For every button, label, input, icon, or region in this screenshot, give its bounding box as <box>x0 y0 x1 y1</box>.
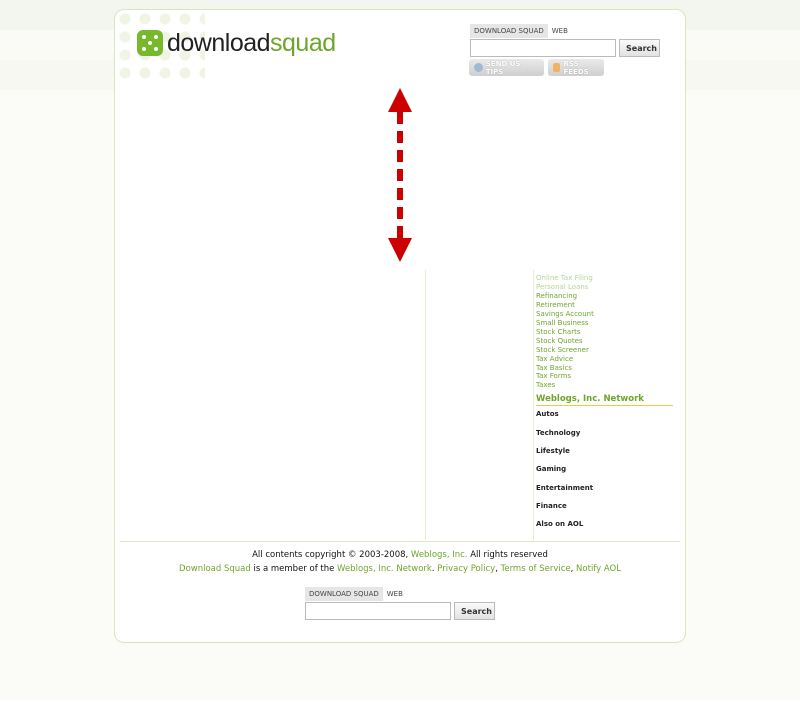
header-search: DOWNLOAD SQUAD WEB Search <box>470 24 660 57</box>
copyright-prefix: All contents copyright © 2003-2008, <box>252 550 409 560</box>
copyright-suffix: All rights reserved <box>470 550 548 560</box>
sidebar-link[interactable]: Tax Advice <box>536 355 673 364</box>
member-text: is a member of the <box>253 564 335 574</box>
sidebar-link[interactable]: Tax Basics <box>536 364 673 373</box>
site-link[interactable]: Download Squad <box>179 564 251 574</box>
sidebar-link[interactable]: Personal Loans <box>536 283 673 292</box>
sidebar-link-list: Online Tax Filing Personal Loans Refinan… <box>536 274 673 390</box>
network-item-entertainment[interactable]: Entertainment <box>536 480 673 498</box>
footer-divider <box>120 541 680 542</box>
sidebar-link[interactable]: Savings Account <box>536 310 673 319</box>
tab-download-squad[interactable]: DOWNLOAD SQUAD <box>470 24 548 38</box>
footer-tab-download-squad[interactable]: DOWNLOAD SQUAD <box>305 587 383 601</box>
network-item-autos[interactable]: Autos <box>536 406 673 424</box>
network-link[interactable]: Weblogs, Inc. Network <box>337 564 432 574</box>
sidebar-link[interactable]: Tax Forms <box>536 372 673 381</box>
network-item-also-on-aol[interactable]: Also on AOL <box>536 516 673 534</box>
logo-wordmark: downloadsquad <box>167 30 336 56</box>
sidebar-link[interactable]: Small Business <box>536 319 673 328</box>
sidebar-link[interactable]: Stock Charts <box>536 328 673 337</box>
site-logo[interactable]: downloadsquad <box>137 30 336 56</box>
column-divider-2 <box>533 270 534 540</box>
search-scope-tabs: DOWNLOAD SQUAD WEB <box>470 24 660 38</box>
sidebar: Online Tax Filing Personal Loans Refinan… <box>536 274 673 534</box>
footer-tab-web[interactable]: WEB <box>383 587 407 601</box>
sidebar-link[interactable]: Stock Quotes <box>536 337 673 346</box>
notify-aol-link[interactable]: Notify AOL <box>576 564 621 574</box>
sidebar-link[interactable]: Retirement <box>536 301 673 310</box>
logo-text-download: download <box>167 29 271 57</box>
scroll-gap-arrow-icon <box>388 88 412 262</box>
logo-dice-icon <box>137 30 163 56</box>
rss-feeds-button[interactable]: RSS FEEDS <box>548 59 604 76</box>
footer-search: DOWNLOAD SQUAD WEB Search <box>305 587 495 620</box>
rss-feeds-label: RSS FEEDS <box>563 59 589 76</box>
network-heading: Weblogs, Inc. Network <box>536 394 673 407</box>
rss-icon <box>553 63 561 72</box>
terms-of-service-link[interactable]: Terms of Service <box>501 564 571 574</box>
copyright-line: All contents copyright © 2003-2008, Webl… <box>120 548 680 562</box>
header-actions: SEND US TIPS RSS FEEDS <box>469 59 604 76</box>
sidebar-link[interactable]: Refinancing <box>536 292 673 301</box>
logo-text-squad: squad <box>270 29 336 57</box>
sidebar-link[interactable]: Taxes <box>536 381 673 390</box>
send-tips-label: SEND US TIPS <box>485 59 521 76</box>
search-button[interactable]: Search <box>619 39 660 57</box>
sidebar-link[interactable]: Stock Screener <box>536 346 673 355</box>
search-input[interactable] <box>470 39 616 57</box>
network-item-finance[interactable]: Finance <box>536 498 673 516</box>
privacy-policy-link[interactable]: Privacy Policy <box>437 564 495 574</box>
membership-line: Download Squad is a member of the Weblog… <box>179 564 621 574</box>
footer: All contents copyright © 2003-2008, Webl… <box>120 548 680 576</box>
tips-icon <box>474 63 483 72</box>
footer-search-input[interactable] <box>305 602 451 620</box>
tab-web[interactable]: WEB <box>548 24 572 38</box>
footer-search-scope-tabs: DOWNLOAD SQUAD WEB <box>305 587 495 601</box>
network-item-gaming[interactable]: Gaming <box>536 461 673 479</box>
send-tips-button[interactable]: SEND US TIPS <box>469 59 544 76</box>
column-divider-1 <box>425 270 426 540</box>
network-item-technology[interactable]: Technology <box>536 425 673 443</box>
weblogs-link[interactable]: Weblogs, Inc. <box>411 550 468 560</box>
network-item-lifestyle[interactable]: Lifestyle <box>536 443 673 461</box>
footer-search-button[interactable]: Search <box>454 602 495 620</box>
sidebar-link[interactable]: Online Tax Filing <box>536 274 673 283</box>
